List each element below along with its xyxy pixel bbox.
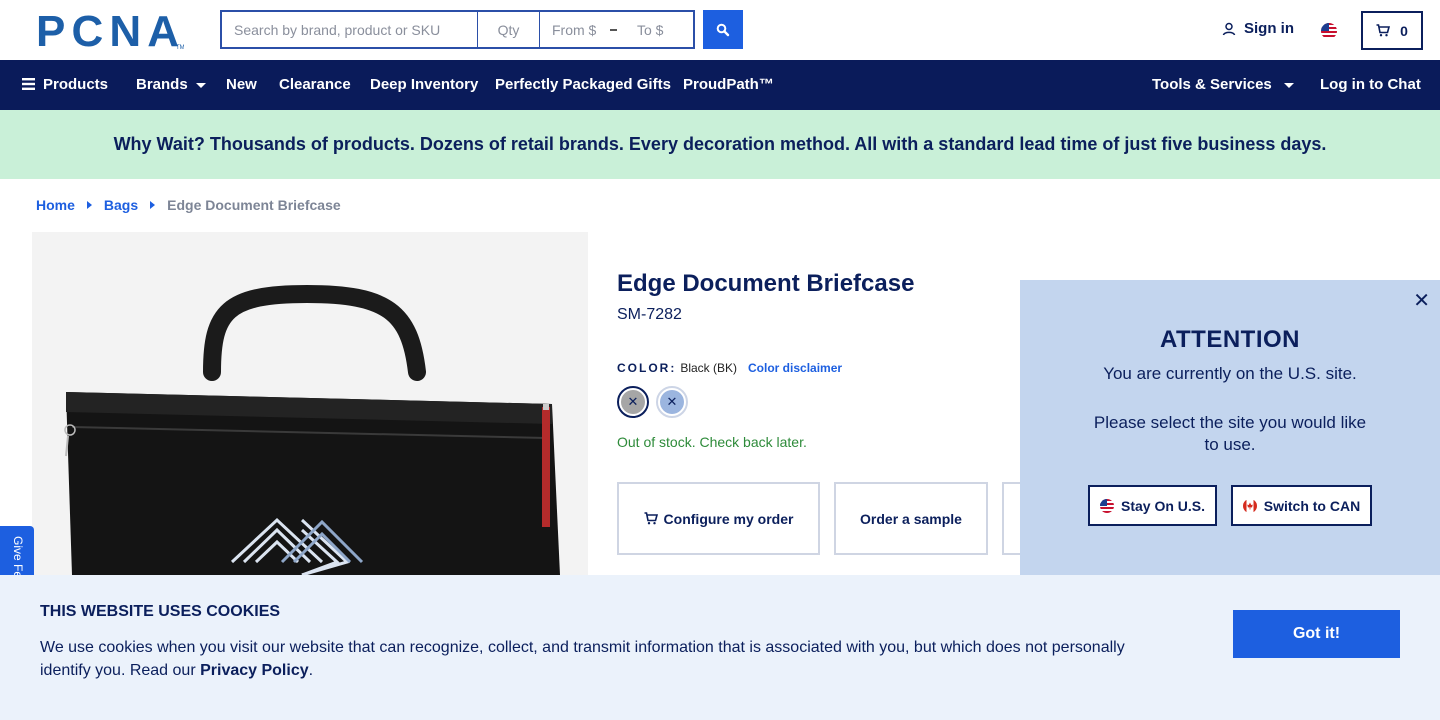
- nav-brands-label: Brands: [136, 76, 188, 93]
- popup-current-site: You are currently on the U.S. site.: [1103, 364, 1357, 383]
- canada-flag-icon: [1242, 498, 1257, 513]
- promo-banner: Why Wait? Thousands of products. Dozens …: [0, 110, 1440, 179]
- nav-gifts[interactable]: Perfectly Packaged Gifts: [495, 76, 671, 93]
- breadcrumb-home[interactable]: Home: [36, 197, 75, 213]
- search-form: [220, 10, 695, 49]
- cart-icon: [1376, 24, 1391, 37]
- product-image[interactable]: [32, 232, 588, 575]
- order-sample-button[interactable]: Order a sample: [834, 482, 988, 555]
- nav-tools-services[interactable]: Tools & Services: [1152, 76, 1294, 93]
- svg-text:TM: TM: [176, 45, 184, 51]
- close-icon: ✕: [660, 390, 684, 414]
- popup-instruction: Please select the site you would like to…: [1093, 413, 1367, 454]
- cart-button[interactable]: 0: [1361, 11, 1423, 50]
- privacy-policy-link[interactable]: Privacy Policy: [200, 662, 309, 679]
- user-icon: [1222, 22, 1236, 35]
- price-range-dash: [610, 28, 617, 31]
- pcna-logo[interactable]: PCNA TM: [36, 7, 185, 56]
- stay-us-button[interactable]: Stay On U.S.: [1088, 485, 1217, 526]
- cookie-banner: THIS WEBSITE USES COOKIES We use cookies…: [0, 575, 1440, 720]
- us-flag-icon: [1099, 498, 1114, 513]
- stock-status: Out of stock. Check back later.: [617, 434, 807, 450]
- cookie-period: .: [308, 662, 314, 679]
- color-swatch-black[interactable]: ✕: [617, 386, 649, 418]
- feedback-tab[interactable]: Give Fe: [0, 526, 34, 575]
- cookie-title: THIS WEBSITE USES COOKIES: [40, 603, 281, 620]
- hamburger-icon: [22, 78, 35, 90]
- chevron-right-icon: [150, 201, 156, 209]
- cookie-text: We use cookies when you visit our websit…: [40, 636, 1160, 682]
- search-icon: [716, 23, 730, 36]
- configure-order-label: Configure my order: [663, 510, 794, 527]
- close-icon: ✕: [621, 390, 645, 414]
- price-range: [540, 10, 695, 49]
- price-to-input[interactable]: [625, 12, 693, 47]
- nav-deep-inventory[interactable]: Deep Inventory: [370, 76, 478, 93]
- region-select-popup: ✕ ATTENTION You are currently on the U.S…: [1020, 280, 1440, 575]
- search-button[interactable]: [703, 10, 743, 49]
- cart-icon: [644, 512, 658, 525]
- cart-count: 0: [1400, 22, 1408, 39]
- nav-products[interactable]: Products: [22, 76, 108, 93]
- chevron-down-icon: [1283, 82, 1294, 88]
- qty-input[interactable]: [478, 10, 540, 49]
- color-value: Black (BK): [680, 361, 738, 375]
- color-label: COLOR:: [617, 361, 677, 375]
- nav-tools-label: Tools & Services: [1152, 76, 1272, 93]
- nav-proudpath[interactable]: ProudPath™: [683, 76, 774, 93]
- chevron-down-icon: [195, 82, 206, 88]
- switch-can-label: Switch to CAN: [1263, 497, 1361, 514]
- nav-clearance[interactable]: Clearance: [279, 76, 351, 93]
- order-sample-label: Order a sample: [860, 510, 962, 527]
- configure-order-button[interactable]: Configure my order: [617, 482, 820, 555]
- breadcrumb-bags[interactable]: Bags: [104, 197, 138, 213]
- us-flag-icon[interactable]: [1321, 23, 1337, 39]
- stay-us-label: Stay On U.S.: [1120, 497, 1206, 514]
- color-disclaimer-link[interactable]: Color disclaimer: [748, 361, 842, 375]
- close-icon[interactable]: ✕: [1413, 288, 1430, 313]
- chevron-right-icon: [86, 201, 92, 209]
- feedback-label: Give Fe: [11, 536, 25, 575]
- site-header: PCNA TM Sign in: [0, 0, 1440, 60]
- product-title: Edge Document Briefcase: [617, 270, 915, 297]
- nav-new[interactable]: New: [226, 76, 257, 93]
- nav-brands[interactable]: Brands: [136, 76, 206, 93]
- search-input[interactable]: [220, 10, 478, 49]
- sign-in-label: Sign in: [1244, 20, 1294, 37]
- breadcrumb-current: Edge Document Briefcase: [167, 197, 341, 213]
- price-from-input[interactable]: [540, 12, 608, 47]
- breadcrumb: Home Bags Edge Document Briefcase: [36, 197, 341, 213]
- main-nav: Products Brands New Clearance Deep Inven…: [0, 60, 1440, 110]
- color-swatch-blue[interactable]: ✕: [656, 386, 688, 418]
- product-sku: SM-7282: [617, 306, 682, 323]
- accept-cookies-button[interactable]: Got it!: [1233, 610, 1400, 658]
- color-row: COLOR: Black (BK) Color disclaimer: [617, 361, 842, 375]
- sign-in-link[interactable]: Sign in: [1222, 20, 1294, 37]
- promo-banner-text: Why Wait? Thousands of products. Dozens …: [113, 134, 1327, 154]
- nav-chat-login[interactable]: Log in to Chat: [1320, 76, 1421, 93]
- switch-can-button[interactable]: Switch to CAN: [1231, 485, 1372, 526]
- svg-text:PCNA: PCNA: [36, 11, 178, 51]
- nav-products-label: Products: [43, 76, 109, 93]
- popup-heading: ATTENTION: [1159, 326, 1301, 353]
